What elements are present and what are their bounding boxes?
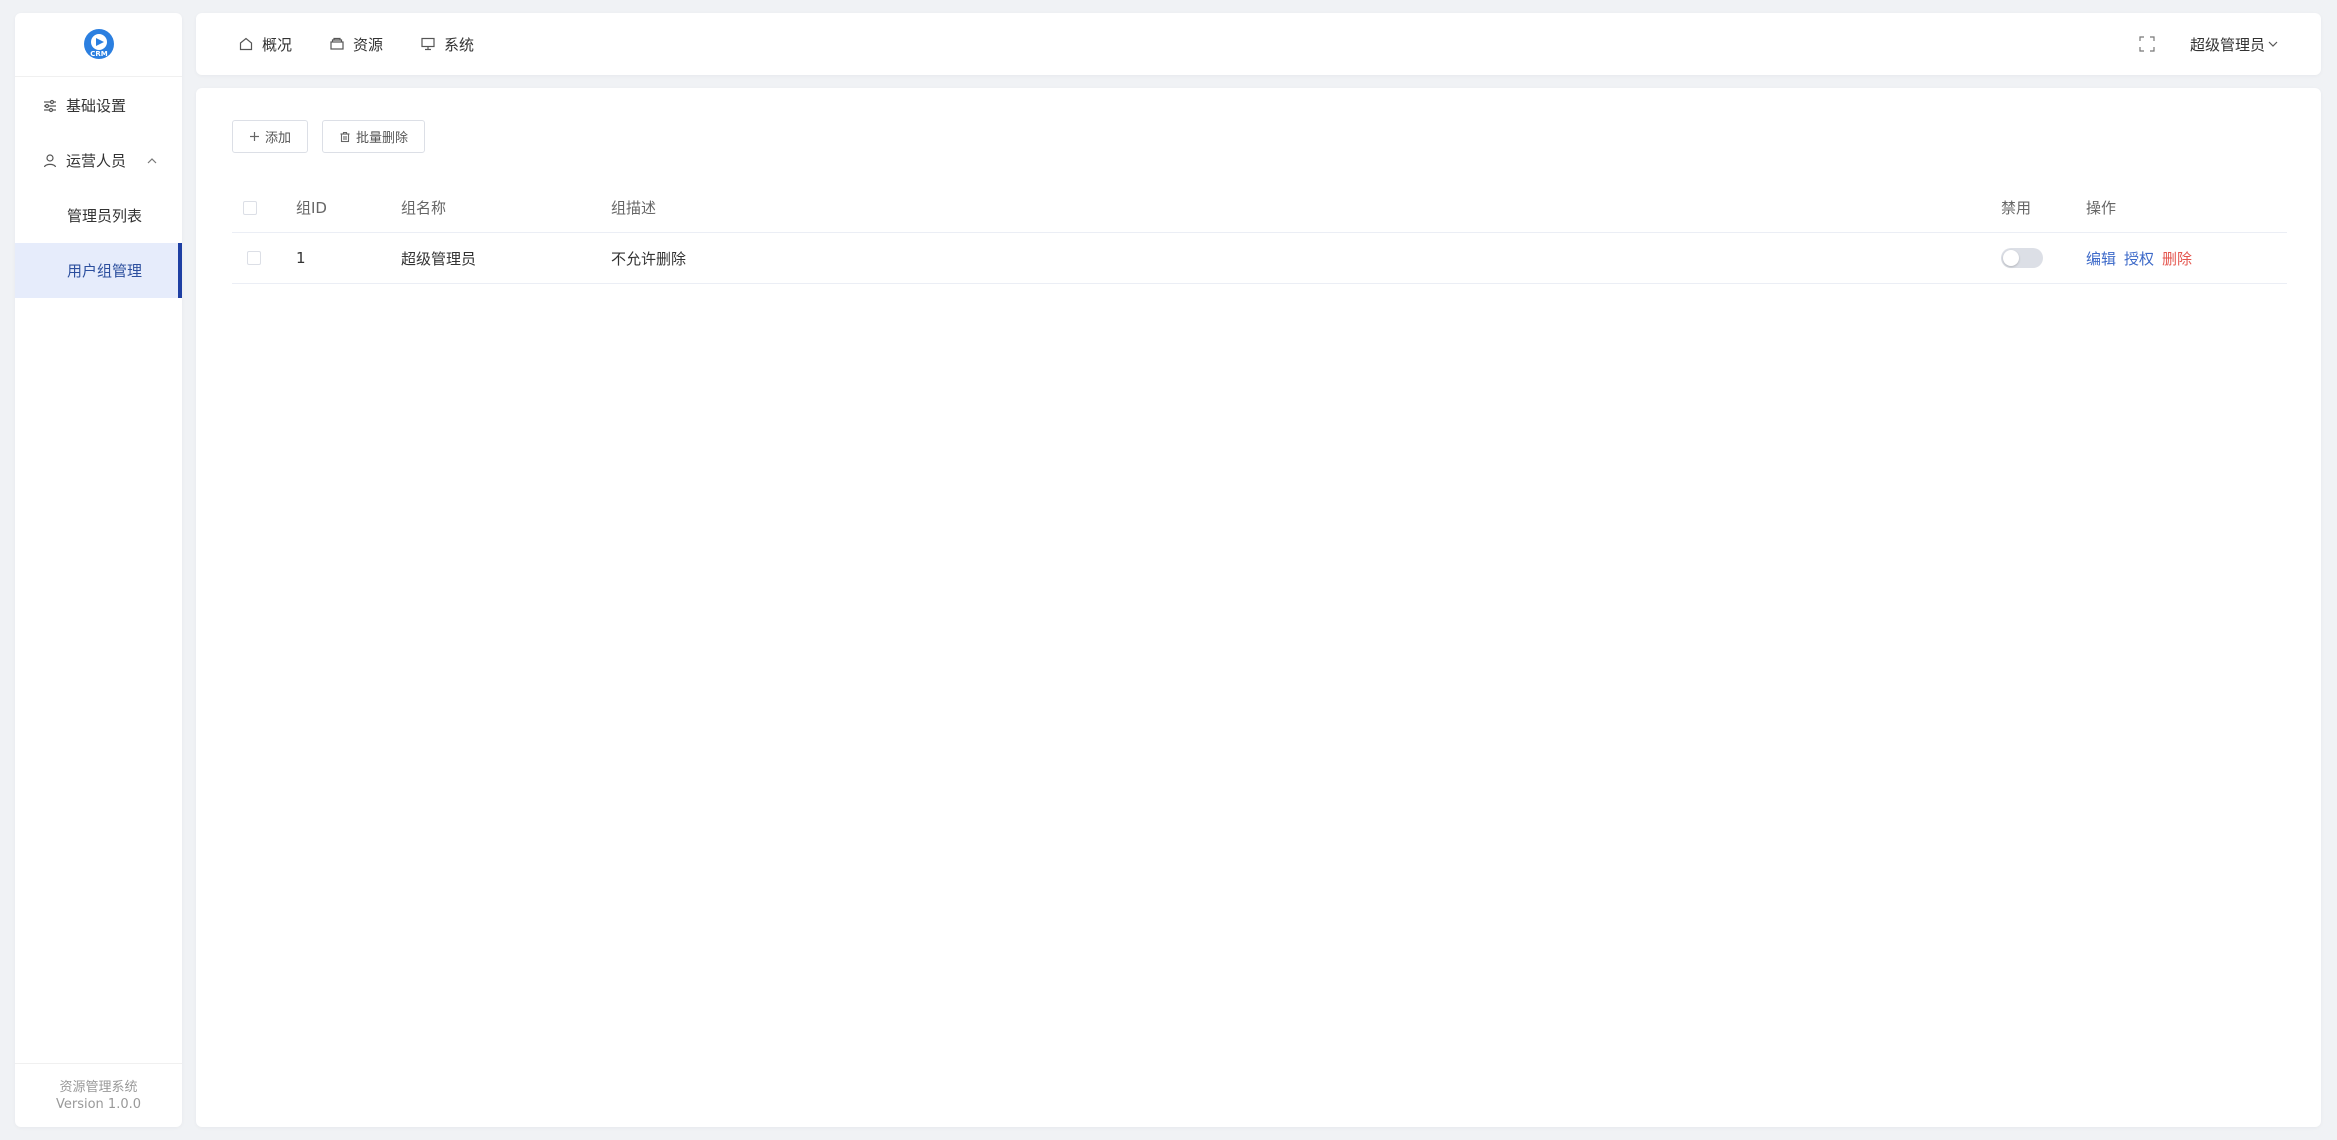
crm-logo-icon: CRM [83, 28, 114, 59]
main-panel: 添加 批量删除 组ID 组名称 组描述 禁用 操作 1 超级管理员 不允许删除 [196, 88, 2321, 1127]
home-icon [238, 36, 254, 52]
sidebar-item-label: 基础设置 [66, 97, 127, 115]
sliders-icon [42, 98, 58, 114]
row-checkbox-cell [232, 251, 296, 265]
table-header: 组ID 组名称 组描述 禁用 操作 [232, 183, 2287, 233]
toggle-knob [2003, 250, 2019, 266]
nav-label: 概况 [262, 35, 293, 54]
disable-toggle[interactable] [2001, 248, 2043, 268]
column-header: 组ID [296, 199, 327, 217]
user-icon [42, 153, 58, 169]
sidebar-item-admin-list[interactable]: 管理员列表 [15, 188, 182, 243]
top-header: 概况 资源 系统 超级管理员 [196, 13, 2321, 75]
chevron-up-icon[interactable] [146, 155, 158, 167]
column-header: 操作 [2086, 199, 2117, 217]
nav-system[interactable]: 系统 [420, 34, 474, 55]
toolbar: 添加 批量删除 [232, 120, 439, 153]
svg-text:CRM: CRM [90, 50, 108, 58]
column-header: 组描述 [611, 199, 657, 217]
select-all-checkbox[interactable] [243, 200, 257, 215]
sidebar-item-label: 用户组管理 [67, 262, 143, 280]
column-header: 组名称 [401, 199, 447, 217]
table-row: 1 超级管理员 不允许删除 编辑 授权 删除 [232, 233, 2287, 284]
app-logo[interactable]: CRM [15, 13, 182, 77]
group-desc: 不允许删除 [611, 249, 687, 268]
monitor-icon [420, 36, 436, 52]
grant-link[interactable]: 授权 [2124, 248, 2154, 269]
user-menu[interactable]: 超级管理员 [2190, 34, 2279, 55]
version-text: Version 1.0.0 [55, 1096, 141, 1112]
nav-label: 资源 [353, 35, 384, 54]
trash-icon [339, 131, 351, 143]
batch-delete-label: 批量删除 [356, 131, 409, 146]
sidebar-item-basic-settings[interactable]: 基础设置 [15, 78, 182, 133]
sidebar-item-label: 运营人员 [66, 152, 127, 170]
chevron-down-icon [2267, 38, 2279, 50]
delete-link[interactable]: 删除 [2162, 248, 2192, 269]
nav-overview[interactable]: 概况 [238, 34, 292, 55]
user-group-table: 组ID 组名称 组描述 禁用 操作 1 超级管理员 不允许删除 编辑 授权 删除 [232, 183, 2287, 284]
top-nav: 概况 资源 系统 [196, 34, 511, 55]
sidebar-item-operators[interactable]: 运营人员 [15, 133, 182, 188]
batch-delete-button[interactable]: 批量删除 [322, 120, 426, 153]
row-checkbox[interactable] [247, 251, 261, 265]
group-id: 1 [296, 249, 306, 267]
header-checkbox-cell [232, 200, 296, 215]
sidebar-item-user-group[interactable]: 用户组管理 [15, 243, 182, 298]
add-button-label: 添加 [265, 131, 292, 146]
column-header: 禁用 [2001, 199, 2032, 217]
sidebar: CRM 基础设置 运营人员 管理员列表 用户组管理 资源管理系统 Version… [15, 13, 182, 1127]
actions-cell: 编辑 授权 删除 [2086, 248, 2287, 269]
plus-icon [249, 131, 260, 142]
layers-icon [329, 36, 345, 52]
user-name: 超级管理员 [2189, 35, 2265, 54]
disable-cell [2001, 248, 2086, 268]
sidebar-item-label: 管理员列表 [67, 207, 143, 225]
sidebar-footer: 资源管理系统 Version 1.0.0 [15, 1063, 182, 1127]
nav-resources[interactable]: 资源 [329, 34, 383, 55]
fullscreen-icon[interactable] [2138, 35, 2156, 53]
header-right: 超级管理员 [2138, 34, 2321, 55]
group-name: 超级管理员 [401, 249, 477, 268]
nav-label: 系统 [444, 35, 475, 54]
edit-link[interactable]: 编辑 [2086, 248, 2116, 269]
system-name: 资源管理系统 [59, 1079, 138, 1095]
add-button[interactable]: 添加 [232, 120, 309, 153]
